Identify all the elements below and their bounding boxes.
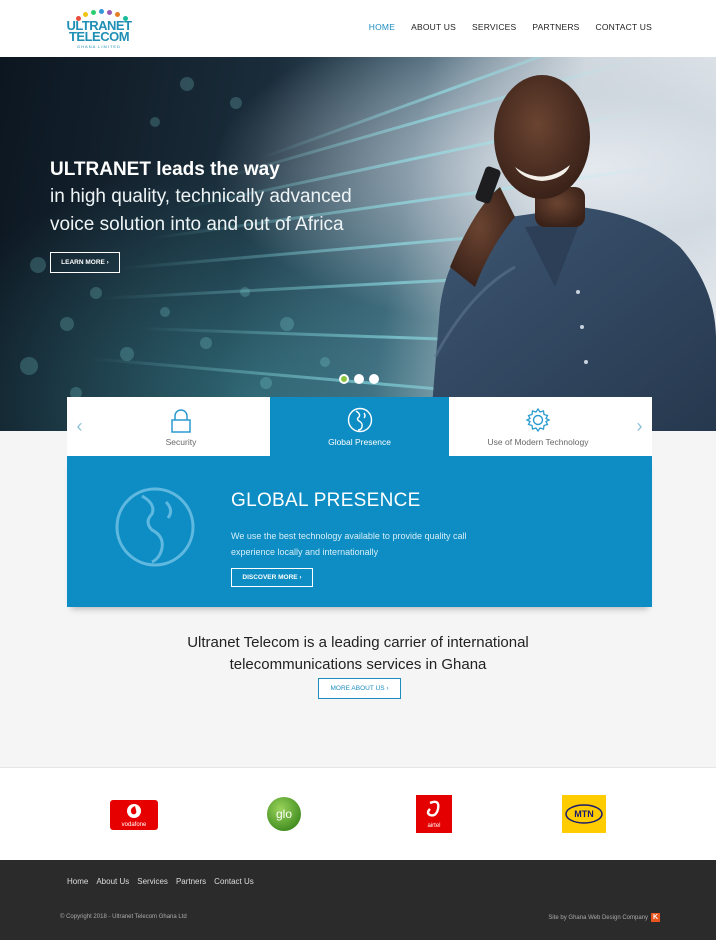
bokeh-light: [200, 337, 212, 349]
logo-dot: [83, 12, 88, 17]
more-about-us-button[interactable]: MORE ABOUT US ›: [318, 678, 401, 699]
global-presence-panel: GLOBAL PRESENCE We use the best technolo…: [67, 456, 652, 607]
tabs-next-arrow[interactable]: ›: [627, 397, 652, 456]
feature-tabs: ‹ Security Global Presence Use of Modern…: [67, 397, 652, 456]
site-header: ULTRANET TELECOM GHANA LIMITED HOME ABOU…: [0, 0, 716, 57]
slide-dot-1[interactable]: [339, 374, 349, 384]
partners-strip: vodafone glo airtel MTN: [0, 767, 716, 860]
logo-dot: [107, 10, 112, 15]
design-company-logo-icon: K: [651, 913, 660, 922]
nav-contact-us[interactable]: CONTACT US: [596, 22, 652, 32]
gear-icon: [525, 407, 551, 433]
bokeh-light: [280, 317, 294, 331]
bokeh-light: [20, 357, 38, 375]
logo-tagline: GHANA LIMITED: [77, 44, 121, 49]
bokeh-light: [180, 77, 194, 91]
footer-link-contact-us[interactable]: Contact Us: [214, 877, 254, 886]
large-globe-icon: [115, 487, 195, 567]
bokeh-light: [320, 357, 330, 367]
bokeh-light: [160, 307, 170, 317]
lock-icon: [171, 409, 191, 433]
tab-security[interactable]: Security: [92, 397, 270, 456]
panel-title: GLOBAL PRESENCE: [231, 490, 421, 511]
slider-pagination: [339, 374, 379, 384]
about-line1: Ultranet Telecom is a leading carrier of…: [187, 634, 529, 651]
globe-icon: [347, 407, 372, 433]
hero-slider: ULTRANET leads the way in high quality, …: [0, 57, 716, 431]
footer-link-services[interactable]: Services: [137, 877, 168, 886]
about-blurb: Ultranet Telecom is a leading carrier of…: [0, 632, 716, 676]
site-credit[interactable]: Site by Ghana Web Design Company K: [548, 913, 660, 922]
airtel-text: airtel: [427, 823, 440, 829]
main-nav: HOME ABOUT US SERVICES PARTNERS CONTACT …: [369, 22, 652, 32]
tab-global-presence[interactable]: Global Presence: [270, 397, 449, 456]
bokeh-light: [150, 117, 160, 127]
vodafone-text: vodafone: [122, 822, 147, 828]
bokeh-light: [260, 377, 272, 389]
copyright-text: © Copyright 2018 - Ultranet Telecom Ghan…: [60, 914, 187, 920]
panel-description: We use the best technology available to …: [231, 531, 467, 557]
bokeh-light: [90, 287, 102, 299]
glo-logo[interactable]: glo: [266, 796, 302, 832]
hero-title: ULTRANET leads the way: [50, 159, 280, 180]
footer-nav: Home About Us Services Partners Contact …: [67, 877, 254, 886]
slide-dot-2[interactable]: [354, 374, 364, 384]
hero-subtitle-line1: in high quality, technically advanced: [50, 186, 352, 207]
footer-link-about-us[interactable]: About Us: [96, 877, 129, 886]
logo-dot: [99, 9, 104, 14]
ultranet-logo[interactable]: ULTRANET TELECOM GHANA LIMITED: [66, 8, 132, 50]
airtel-logo[interactable]: airtel: [416, 795, 452, 833]
site-credit-text: Site by Ghana Web Design Company: [548, 914, 648, 921]
nav-services[interactable]: SERVICES: [472, 22, 516, 32]
mtn-logo[interactable]: MTN: [562, 795, 606, 833]
hero-person-on-phone-image: [430, 75, 716, 431]
footer-link-partners[interactable]: Partners: [176, 877, 206, 886]
vodafone-logo[interactable]: vodafone: [110, 800, 158, 830]
nav-home[interactable]: HOME: [369, 22, 395, 32]
slide-dot-3[interactable]: [369, 374, 379, 384]
tab-global-presence-label: Global Presence: [328, 437, 391, 447]
nav-about-us[interactable]: ABOUT US: [411, 22, 456, 32]
tab-modern-technology-label: Use of Modern Technology: [487, 437, 589, 447]
tab-modern-technology[interactable]: Use of Modern Technology: [449, 397, 627, 456]
glo-text: glo: [276, 807, 292, 821]
learn-more-button[interactable]: LEARN MORE ›: [50, 252, 120, 273]
footer-link-home[interactable]: Home: [67, 877, 88, 886]
nav-partners[interactable]: PARTNERS: [532, 22, 579, 32]
bokeh-light: [30, 257, 46, 273]
site-footer: Home About Us Services Partners Contact …: [0, 860, 716, 940]
bokeh-light: [230, 97, 242, 109]
tabs-prev-arrow[interactable]: ‹: [67, 397, 92, 456]
bokeh-light: [120, 347, 134, 361]
about-line2: telecommunications services in Ghana: [229, 656, 487, 673]
logo-dot: [115, 12, 120, 17]
bokeh-light: [60, 317, 74, 331]
hero-subtitle-line2: voice solution into and out of Africa: [50, 214, 344, 235]
logo-line2: TELECOM: [68, 29, 130, 44]
mtn-text: MTN: [574, 809, 594, 819]
bokeh-light: [240, 287, 250, 297]
hero-text: ULTRANET leads the way in high quality, …: [50, 157, 352, 239]
tab-security-label: Security: [165, 437, 197, 447]
logo-dot: [91, 10, 96, 15]
discover-more-button[interactable]: DISCOVER MORE ›: [231, 568, 313, 587]
